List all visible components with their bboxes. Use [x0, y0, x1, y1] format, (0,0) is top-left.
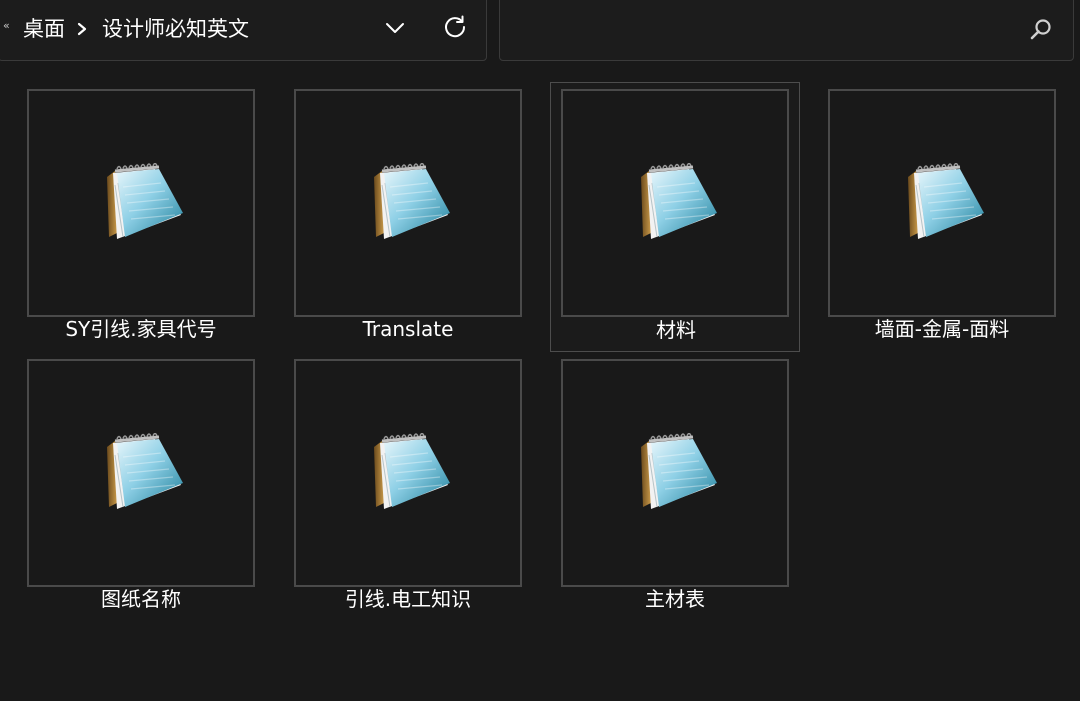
file-thumbnail[interactable]: [561, 89, 789, 317]
file-thumbnail[interactable]: [294, 359, 522, 587]
notepad-icon: [904, 163, 986, 243]
file-name-label[interactable]: 主材表: [559, 585, 791, 613]
chevron-down-icon[interactable]: [382, 17, 408, 39]
file-name-label[interactable]: Translate: [292, 315, 524, 343]
file-item[interactable]: SY引线.家具代号: [25, 85, 275, 355]
file-item[interactable]: Translate: [292, 85, 542, 355]
file-item[interactable]: 墙面-金属-面料: [826, 85, 1076, 355]
breadcrumb-item-current-folder[interactable]: 设计师必知英文: [102, 15, 249, 43]
file-item[interactable]: 引线.电工知识: [292, 355, 542, 625]
address-bar[interactable]: « 桌面 设计师必知英文: [0, 0, 487, 61]
file-thumbnail[interactable]: [27, 89, 255, 317]
notepad-icon: [637, 163, 719, 243]
search-icon[interactable]: [1028, 17, 1054, 43]
file-item-selected[interactable]: 材料: [550, 82, 800, 352]
refresh-icon[interactable]: [441, 13, 469, 41]
notepad-icon: [103, 433, 185, 513]
chevron-right-icon[interactable]: [75, 19, 89, 39]
file-item[interactable]: 图纸名称: [25, 355, 275, 625]
notepad-icon: [370, 163, 452, 243]
search-input[interactable]: [510, 11, 1014, 49]
file-thumbnail[interactable]: [828, 89, 1056, 317]
notepad-icon: [637, 433, 719, 513]
file-item[interactable]: 主材表: [559, 355, 809, 625]
file-name-label[interactable]: 墙面-金属-面料: [826, 315, 1058, 343]
file-thumbnail[interactable]: [27, 359, 255, 587]
notepad-icon: [103, 163, 185, 243]
file-thumbnail[interactable]: [561, 359, 789, 587]
file-name-label[interactable]: SY引线.家具代号: [25, 315, 257, 343]
file-explorer-window: « 桌面 设计师必知英文 SY引线.家具代号 Translate 材料 墙面-金…: [0, 0, 1080, 701]
file-name-label[interactable]: 图纸名称: [25, 585, 257, 613]
file-thumbnail[interactable]: [294, 89, 522, 317]
breadcrumb-item-desktop[interactable]: 桌面: [23, 15, 65, 43]
breadcrumb-overflow-button[interactable]: «: [3, 19, 10, 32]
file-name-label[interactable]: 引线.电工知识: [292, 585, 524, 613]
notepad-icon: [370, 433, 452, 513]
search-box[interactable]: [499, 0, 1074, 61]
file-name-label[interactable]: 材料: [551, 316, 801, 344]
